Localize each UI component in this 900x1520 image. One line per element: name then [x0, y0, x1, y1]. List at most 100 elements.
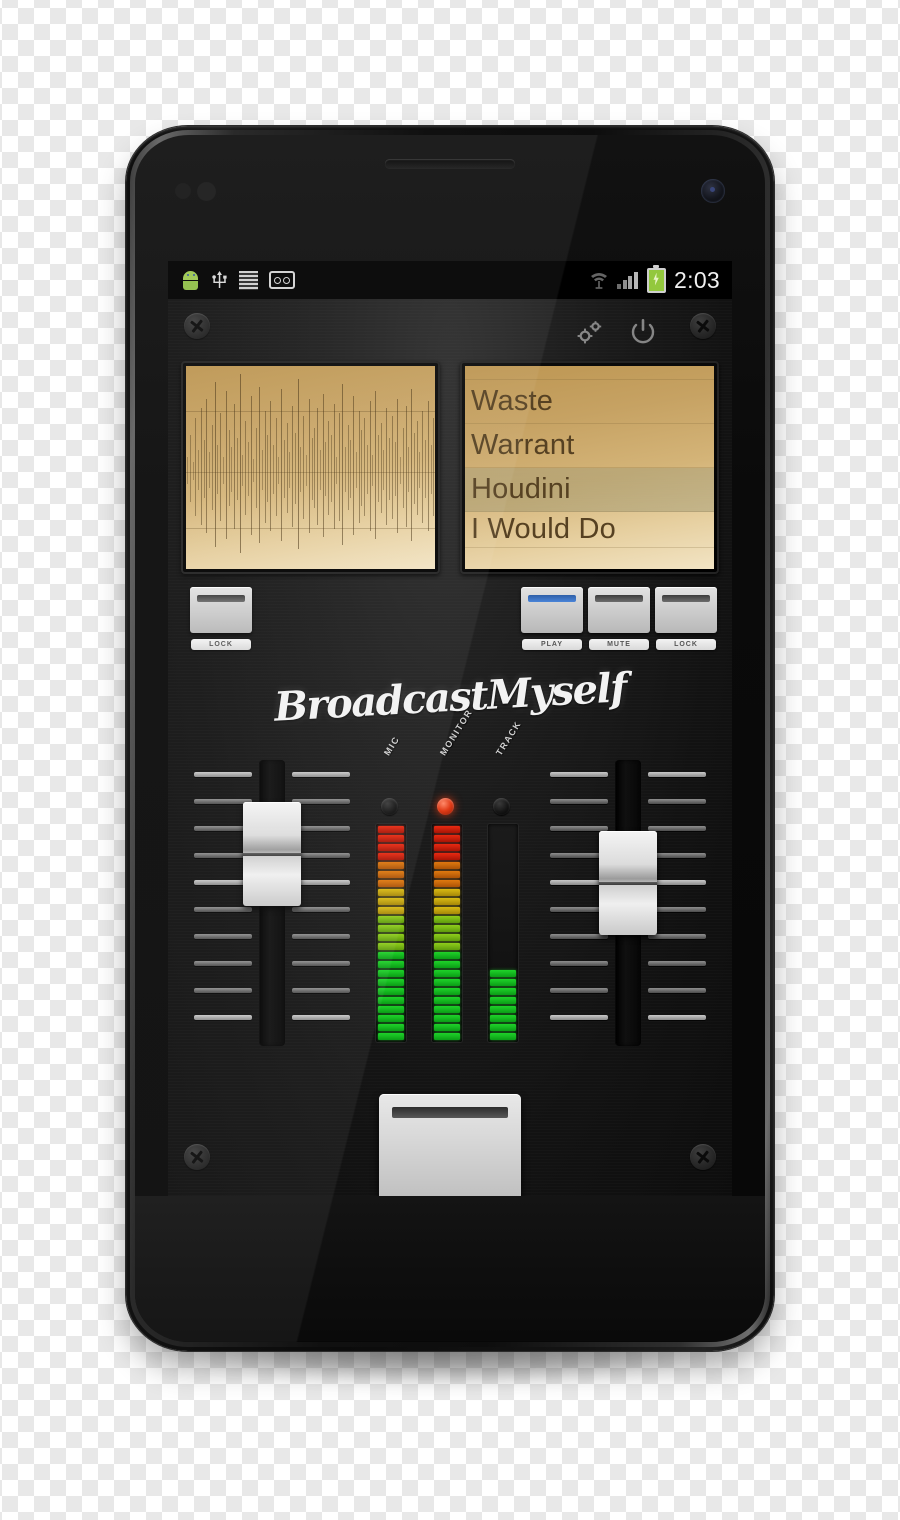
waveform-sample — [413, 432, 415, 505]
waveform-sample — [427, 401, 429, 531]
meter-track-bar — [488, 824, 518, 1042]
meter-segment — [434, 1024, 460, 1031]
waveform-sample — [303, 415, 305, 519]
camera-lens-dot — [710, 187, 715, 192]
earpiece-speaker-icon — [385, 159, 515, 168]
meter-segment — [434, 853, 460, 860]
waveform-sample — [189, 435, 191, 503]
meter-segment — [378, 952, 404, 959]
wifi-icon — [591, 273, 608, 289]
lock-right-button-label: LOCK — [656, 639, 716, 650]
phone-bottom-bezel — [135, 1196, 765, 1341]
waveform-sample — [286, 423, 288, 513]
waveform-sample — [267, 435, 269, 503]
meter-segment — [490, 988, 516, 995]
waveform-sample — [225, 391, 227, 539]
list-item-partial — [465, 366, 714, 380]
waveform-sample — [353, 396, 354, 535]
waveform-sample — [211, 425, 213, 511]
play-button-label: PLAY — [522, 639, 582, 650]
play-button-group[interactable]: PLAY — [521, 587, 583, 651]
fader-handle[interactable] — [243, 802, 301, 907]
waveform-sample — [322, 393, 324, 538]
phone-front-face: 2:03 Waste Warrant Houdini I Would Do LO… — [135, 135, 765, 1342]
waveform-sample — [314, 427, 316, 509]
fader-handle[interactable] — [599, 831, 657, 936]
mute-button-group[interactable]: MUTE — [588, 587, 650, 651]
lock-left-button[interactable] — [190, 587, 252, 633]
play-button[interactable] — [521, 587, 583, 633]
power-icon[interactable] — [628, 317, 658, 347]
list-item[interactable]: Waste — [465, 380, 714, 424]
android-icon — [181, 270, 200, 290]
waveform-sample — [366, 444, 368, 495]
battery-charging-icon — [647, 264, 667, 293]
waveform-sample — [253, 459, 255, 482]
fader-tick — [648, 988, 706, 993]
waveform-sample — [250, 396, 252, 535]
crossfader-button[interactable] — [379, 1094, 521, 1196]
waveform-sample — [400, 457, 401, 484]
waveform-sample — [297, 379, 299, 550]
mute-button[interactable] — [588, 587, 650, 633]
waveform-sample — [264, 410, 266, 523]
waveform-panel[interactable] — [181, 361, 440, 574]
meter-segment — [434, 1033, 460, 1040]
playlist-panel[interactable]: Waste Warrant Houdini I Would Do — [460, 361, 719, 574]
broadcastmyself-app: Waste Warrant Houdini I Would Do LOCK PL… — [168, 299, 732, 1196]
lock-left-button-group[interactable]: LOCK — [190, 587, 252, 651]
fader-tick — [292, 988, 350, 993]
waveform-sample — [358, 410, 360, 523]
phone-screen: 2:03 Waste Warrant Houdini I Would Do LO… — [168, 261, 732, 1196]
left-channel-fader[interactable] — [192, 754, 352, 1054]
meter-segment — [490, 1024, 516, 1031]
playlist-list[interactable]: Waste Warrant Houdini I Would Do — [465, 366, 714, 569]
meter-segment — [434, 1015, 460, 1022]
meter-segment — [378, 826, 404, 833]
lock-right-button-group[interactable]: LOCK — [655, 587, 717, 651]
fader-tick — [550, 988, 608, 993]
fader-tick — [550, 826, 608, 831]
fader-tick — [194, 907, 252, 912]
meter-segment — [378, 844, 404, 851]
meter-segment — [378, 907, 404, 914]
meter-segment — [434, 952, 460, 959]
waveform-sample — [325, 442, 327, 497]
meter-segment — [434, 898, 460, 905]
waveform-sample — [308, 398, 310, 533]
waveform-sample — [347, 425, 349, 511]
waveform-sample — [270, 401, 271, 531]
meter-segment — [378, 880, 404, 887]
list-item[interactable]: I Would Do — [465, 512, 714, 548]
fader-tick — [550, 961, 608, 966]
waveform-sample — [336, 457, 338, 484]
meter-segment — [434, 862, 460, 869]
waveform-sample — [380, 423, 382, 513]
list-item[interactable]: Warrant — [465, 424, 714, 468]
right-channel-fader[interactable] — [548, 754, 708, 1054]
mixer-section: MIC MONITOR TRACK — [168, 707, 732, 1084]
waveform-sample — [198, 449, 200, 490]
waveform-sample — [236, 437, 238, 501]
waveform-sample — [228, 430, 230, 507]
list-icon — [239, 270, 258, 290]
waveform-sample — [256, 427, 258, 509]
meter-segment — [378, 1006, 404, 1013]
waveform-sample — [294, 432, 296, 505]
waveform-sample — [289, 452, 291, 488]
proximity-sensor-icon — [175, 183, 191, 199]
waveform-sample — [206, 398, 208, 533]
meter-segment — [378, 853, 404, 860]
meter-segment — [378, 934, 404, 941]
waveform-sample — [405, 406, 407, 527]
settings-gears-icon[interactable] — [574, 318, 604, 346]
fader-tick — [550, 934, 608, 939]
fader-tick — [292, 907, 350, 912]
lock-right-button[interactable] — [655, 587, 717, 633]
waveform-sample — [383, 449, 385, 490]
list-item-selected[interactable]: Houdini — [465, 468, 714, 512]
fader-tick — [194, 1015, 252, 1020]
crossfader-slot — [392, 1107, 508, 1118]
fader-tick — [292, 961, 350, 966]
waveform-sample — [391, 415, 393, 519]
